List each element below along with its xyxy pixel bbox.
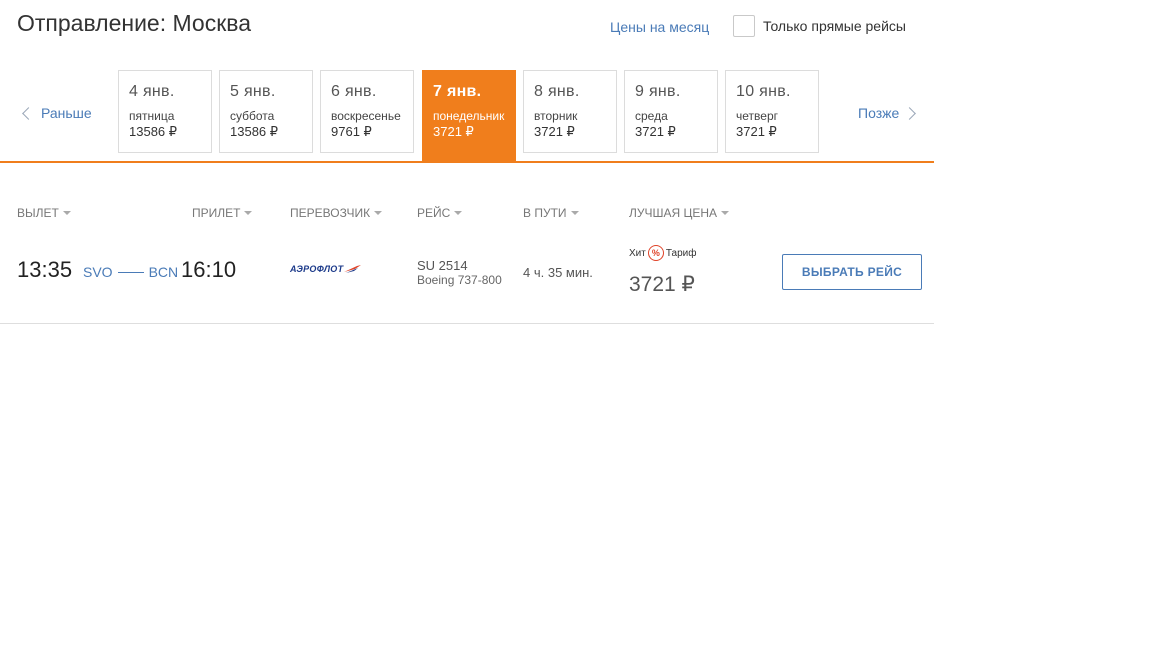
date-price: 13586 ₽	[230, 124, 279, 139]
date-card-8-jan[interactable]: 8 янв. вторник 3721 ₽	[523, 70, 617, 153]
sort-caret-icon	[62, 211, 71, 215]
wing-icon	[344, 265, 362, 273]
later-button[interactable]: Позже	[858, 105, 917, 121]
sort-price-header[interactable]: ЛУЧШАЯ ЦЕНА	[629, 206, 730, 220]
date-card-6-jan[interactable]: 6 янв. воскресенье 9761 ₽	[320, 70, 414, 153]
sort-flight-header[interactable]: РЕЙС	[417, 206, 463, 220]
destination-airport: BCN	[148, 264, 179, 280]
header-label: ВЫЛЕТ	[17, 206, 59, 220]
date-price: 3721 ₽	[736, 124, 777, 139]
select-flight-button[interactable]: ВЫБРАТЬ РЕЙС	[782, 254, 922, 290]
weekday-label: вторник	[534, 109, 578, 123]
route: SVO BCN	[83, 264, 178, 280]
arrival-time: 16:10	[181, 257, 237, 282]
month-prices-link[interactable]: Цены на месяц	[610, 19, 709, 35]
date-price: 3721 ₽	[433, 124, 474, 139]
sort-arrival-header[interactable]: ПРИЛЕТ	[192, 206, 253, 220]
weekday-label: пятница	[129, 109, 175, 123]
date-card-7-jan-selected[interactable]: 7 янв. понедельник 3721 ₽	[422, 70, 516, 161]
sort-carrier-header[interactable]: ПЕРЕВОЗЧИК	[290, 206, 383, 220]
date-label: 9 янв.	[635, 83, 681, 100]
date-price: 3721 ₽	[635, 124, 676, 139]
date-label: 7 янв.	[433, 83, 482, 100]
date-card-10-jan[interactable]: 10 янв. четверг 3721 ₽	[725, 70, 819, 153]
earlier-label: Раньше	[41, 105, 92, 121]
date-price: 13586 ₽	[129, 124, 178, 139]
row-divider	[0, 323, 934, 324]
header-label: В ПУТИ	[523, 206, 567, 220]
chevron-left-icon	[22, 106, 35, 120]
header-label: ПЕРЕВОЗЧИК	[290, 206, 371, 220]
tariff-right: Тариф	[665, 247, 697, 259]
date-label: 10 янв.	[736, 83, 791, 100]
date-card-5-jan[interactable]: 5 янв. суббота 13586 ₽	[219, 70, 313, 153]
header-label: ЛУЧШАЯ ЦЕНА	[629, 206, 718, 220]
later-label: Позже	[858, 105, 900, 121]
percent-icon: %	[647, 245, 664, 261]
sort-caret-icon	[570, 211, 579, 215]
route-line	[117, 271, 144, 273]
date-label: 6 янв.	[331, 83, 377, 100]
date-strip: Раньше 4 янв. пятница 13586 ₽ 5 янв. суб…	[0, 68, 934, 163]
date-label: 4 янв.	[129, 83, 175, 100]
direct-only-label[interactable]: Только прямые рейсы	[763, 18, 906, 34]
origin-airport: SVO	[83, 264, 113, 280]
date-label: 8 янв.	[534, 83, 580, 100]
date-price: 3721 ₽	[534, 124, 575, 139]
header-label: РЕЙС	[417, 206, 451, 220]
sort-caret-icon	[721, 211, 730, 215]
date-price: 9761 ₽	[331, 124, 372, 139]
sort-caret-icon	[244, 211, 253, 215]
sort-caret-icon	[454, 211, 463, 215]
sort-duration-header[interactable]: В ПУТИ	[523, 206, 579, 220]
direct-only-checkbox[interactable]	[733, 15, 755, 37]
date-label: 5 янв.	[230, 83, 276, 100]
weekday-label: суббота	[230, 109, 275, 123]
aeroflot-logo: АЭРОФЛОТ	[290, 264, 363, 274]
best-price: 3721 ₽	[629, 273, 695, 296]
date-card-4-jan[interactable]: 4 янв. пятница 13586 ₽	[118, 70, 212, 153]
sort-caret-icon	[374, 211, 383, 215]
carrier-logo-text: АЭРОФЛОТ	[290, 264, 344, 274]
weekday-label: среда	[635, 109, 668, 123]
tariff-left: Хит	[629, 247, 646, 259]
chevron-right-icon	[903, 106, 917, 120]
page-title: Отправление: Москва	[17, 10, 252, 36]
date-card-9-jan[interactable]: 9 янв. среда 3721 ₽	[624, 70, 718, 153]
weekday-label: четверг	[736, 109, 778, 123]
sort-departure-header[interactable]: ВЫЛЕТ	[17, 206, 71, 220]
weekday-label: воскресенье	[331, 109, 401, 123]
flight-duration: 4 ч. 35 мин.	[523, 265, 593, 280]
earlier-button[interactable]: Раньше	[20, 105, 92, 121]
departure-time: 13:35	[17, 257, 73, 282]
aircraft-type: Boeing 737-800	[417, 273, 502, 287]
header-label: ПРИЛЕТ	[192, 206, 241, 220]
direct-only-filter[interactable]: Только прямые рейсы	[733, 15, 906, 37]
weekday-label: понедельник	[433, 109, 505, 123]
flight-number: SU 2514	[417, 258, 468, 273]
hit-tariff-badge: Хит % Тариф	[629, 245, 696, 261]
